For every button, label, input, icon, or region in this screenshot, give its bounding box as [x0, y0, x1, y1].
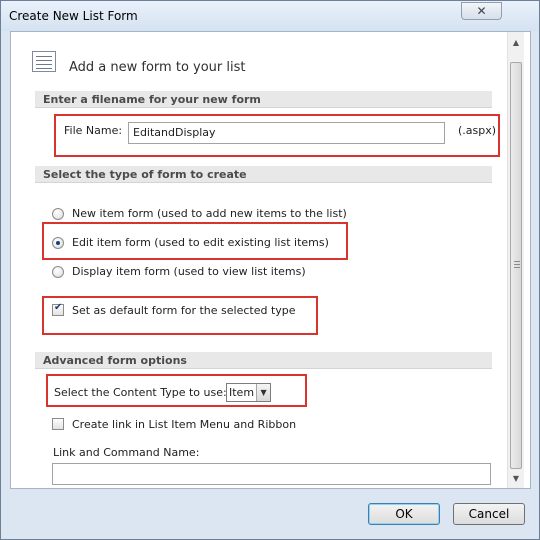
scroll-down-icon[interactable]: ▼: [508, 470, 524, 486]
display-item-radio-label[interactable]: Display item form (used to view list ite…: [72, 265, 306, 278]
scroll-up-icon[interactable]: ▲: [508, 34, 524, 50]
scroll-thumb[interactable]: [510, 62, 522, 469]
create-link-checkbox[interactable]: [52, 418, 64, 430]
dialog-window: Create New List Form ✕ Add a new form to…: [0, 0, 540, 540]
advanced-section-heading: Advanced form options: [35, 352, 492, 369]
chevron-down-icon[interactable]: ▼: [256, 384, 271, 401]
content-panel: Add a new form to your list Enter a file…: [10, 31, 531, 489]
vertical-scrollbar[interactable]: ▲ ▼: [507, 32, 524, 488]
cancel-button[interactable]: Cancel: [453, 503, 525, 525]
close-button[interactable]: ✕: [461, 2, 502, 20]
ok-button[interactable]: OK: [368, 503, 440, 525]
content-type-label: Select the Content Type to use:: [54, 386, 227, 399]
file-name-label: File Name:: [64, 124, 123, 137]
link-name-label: Link and Command Name:: [53, 446, 200, 459]
new-item-radio[interactable]: [52, 208, 64, 220]
edit-item-radio-label[interactable]: Edit item form (used to edit existing li…: [72, 236, 329, 249]
filename-section-heading: Enter a filename for your new form: [35, 91, 492, 108]
content-type-select[interactable]: Item ▼: [226, 383, 272, 402]
aspx-suffix: (.aspx): [458, 124, 497, 137]
link-name-input[interactable]: [52, 463, 491, 485]
dialog-title: Create New List Form: [9, 9, 138, 23]
new-item-radio-label[interactable]: New item form (used to add new items to …: [72, 207, 347, 220]
edit-item-radio[interactable]: [52, 237, 64, 249]
list-form-icon: [32, 51, 56, 72]
header-title: Add a new form to your list: [69, 60, 246, 75]
content-type-value: Item: [229, 386, 255, 399]
title-bar[interactable]: Create New List Form ✕: [1, 1, 539, 31]
set-default-checkbox-label[interactable]: Set as default form for the selected typ…: [72, 304, 296, 317]
display-item-radio[interactable]: [52, 266, 64, 278]
close-icon: ✕: [476, 4, 487, 18]
form-type-section-heading: Select the type of form to create: [35, 166, 492, 183]
create-link-checkbox-label[interactable]: Create link in List Item Menu and Ribbon: [72, 418, 296, 431]
file-name-input[interactable]: EditandDisplay: [128, 122, 445, 144]
set-default-checkbox[interactable]: [52, 302, 64, 316]
